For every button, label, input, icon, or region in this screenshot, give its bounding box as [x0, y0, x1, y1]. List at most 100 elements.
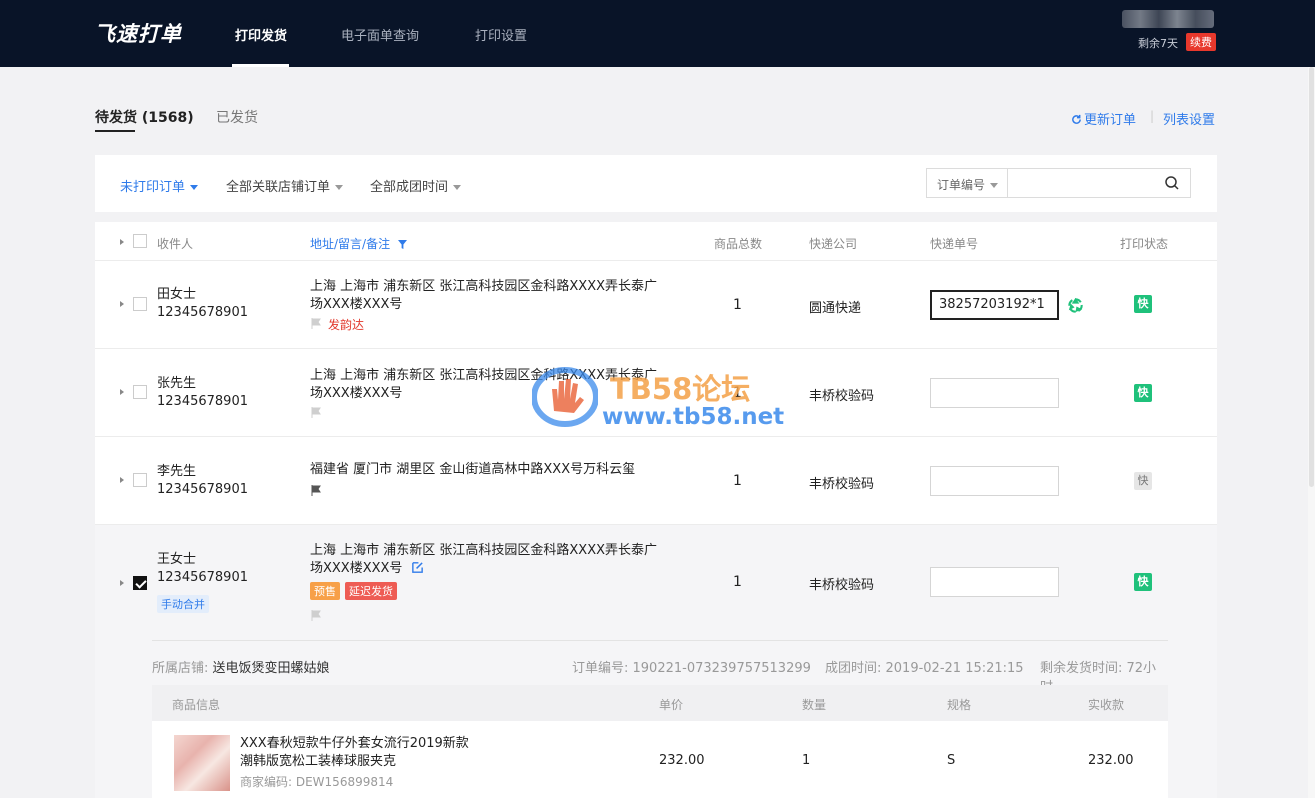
- header-qty: 商品总数: [714, 237, 763, 251]
- nav-print-settings[interactable]: 打印设置: [475, 25, 527, 44]
- chevron-down-icon: [335, 185, 344, 190]
- delayed-ship-tag: 延迟发货: [345, 582, 397, 600]
- header-waybill: 快递单号: [930, 237, 979, 251]
- shop-filter-label: 全部关联店铺订单: [226, 180, 331, 195]
- chevron-down-icon: [990, 183, 999, 188]
- print-status-badge[interactable]: 快: [1134, 472, 1152, 490]
- address-text: 上海 上海市 浦东新区 张江高科技园区金科路XXXX弄长泰广场XXX楼XXX号: [310, 543, 658, 576]
- print-status-badge[interactable]: 快: [1134, 295, 1152, 313]
- nav-waybill-query[interactable]: 电子面单查询: [341, 25, 419, 44]
- chevron-down-icon: [190, 185, 199, 190]
- courier-name[interactable]: 丰桥校验码: [809, 385, 874, 404]
- nav-active-indicator: [232, 64, 289, 67]
- header-paid: 实收款: [1088, 698, 1125, 712]
- recipient-phone: 12345678901: [157, 394, 248, 409]
- waybill-input[interactable]: [930, 567, 1059, 597]
- item-count: 1: [733, 574, 742, 590]
- time-filter-label: 全部成团时间: [370, 180, 449, 195]
- recipient-name: 王女士: [157, 552, 197, 567]
- merged-badge: 手动合并: [157, 595, 209, 613]
- time-filter[interactable]: 全部成团时间: [370, 176, 462, 195]
- courier-name[interactable]: 圆通快递: [809, 297, 861, 316]
- watermark-title: TB58论坛: [610, 372, 751, 406]
- row-checkbox[interactable]: [133, 576, 147, 590]
- waybill-input[interactable]: 38257203192*1: [930, 290, 1059, 320]
- filter-icon[interactable]: [397, 240, 407, 249]
- orders-table: 收件人 地址/留言/备注 商品总数 快递公司 快递单号 打印状态 田女士 123…: [95, 222, 1217, 798]
- flag-icon[interactable]: [311, 407, 321, 418]
- courier-name[interactable]: 丰桥校验码: [809, 574, 874, 593]
- recipient-address: 上海 上海市 浦东新区 张江高科技园区金科路XXXX弄长泰广场XXX楼XXX号: [310, 279, 658, 312]
- courier-name[interactable]: 丰桥校验码: [809, 473, 874, 492]
- flag-icon[interactable]: [311, 610, 321, 621]
- order-created-time: 成团时间: 2019-02-21 15:21:15: [825, 661, 1024, 676]
- header-address-label: 地址/留言/备注: [310, 237, 391, 251]
- edit-icon[interactable]: [411, 561, 424, 574]
- item-count: 1: [733, 297, 742, 313]
- seller-note: 发韵达: [328, 318, 365, 332]
- flag-icon[interactable]: [311, 485, 321, 496]
- tab-shipped[interactable]: 已发货: [216, 107, 258, 127]
- shop-info: 所属店铺: 送电饭煲变田螺姑娘: [152, 657, 330, 676]
- row-checkbox[interactable]: [133, 385, 147, 399]
- header-spec: 规格: [947, 698, 972, 712]
- tab-pending[interactable]: 待发货 (1568): [95, 107, 194, 127]
- tab-active-indicator: [95, 130, 135, 132]
- remaining-days: 剩余7天: [1138, 37, 1178, 50]
- print-status-filter-label: 未打印订单: [120, 180, 186, 195]
- product-sku-code: 商家编码: DEW156899814: [240, 775, 394, 789]
- unit-price: 232.00: [659, 753, 705, 768]
- waybill-input[interactable]: [930, 466, 1059, 496]
- shop-name: 送电饭煲变田螺姑娘: [212, 661, 330, 676]
- select-all-checkbox[interactable]: [133, 234, 147, 248]
- nav-print-ship[interactable]: 打印发货: [235, 25, 287, 44]
- refresh-orders-link[interactable]: 更新订单: [1071, 109, 1136, 128]
- flag-icon[interactable]: [311, 318, 321, 329]
- shop-label: 所属店铺:: [152, 661, 209, 676]
- item-spec: S: [947, 753, 956, 768]
- recipient-phone: 12345678901: [157, 570, 248, 585]
- recycle-icon[interactable]: [1066, 296, 1085, 315]
- table-row[interactable]: 田女士 12345678901 上海 上海市 浦东新区 张江高科技园区金科路XX…: [95, 260, 1217, 348]
- page-scrollbar-thumb[interactable]: [1309, 67, 1314, 487]
- search-input[interactable]: [1009, 169, 1159, 197]
- expand-row-icon[interactable]: [120, 580, 124, 586]
- waybill-input[interactable]: [930, 378, 1059, 408]
- print-status-badge[interactable]: 快: [1134, 384, 1152, 402]
- header-address[interactable]: 地址/留言/备注: [310, 235, 407, 252]
- header-item-info: 商品信息: [172, 698, 221, 712]
- row-checkbox[interactable]: [133, 473, 147, 487]
- print-status-badge[interactable]: 快: [1134, 573, 1152, 591]
- app-logo[interactable]: 飞速打单: [94, 18, 182, 48]
- expand-row-icon[interactable]: [120, 389, 124, 395]
- user-account-name[interactable]: [1122, 10, 1214, 28]
- filter-bar: 未打印订单 全部关联店铺订单 全部成团时间 订单编号: [95, 155, 1217, 212]
- list-settings-link[interactable]: 列表设置: [1163, 109, 1215, 128]
- table-row[interactable]: 李先生 12345678901 福建省 厦门市 湖里区 金山街道高林中路XXX号…: [95, 436, 1217, 524]
- expand-all-icon[interactable]: [120, 239, 124, 245]
- search-box: 订单编号: [926, 168, 1191, 198]
- header-unit-price: 单价: [659, 698, 684, 712]
- watermark-logo-icon: [532, 367, 598, 427]
- search-field-select[interactable]: 订单编号: [927, 169, 1008, 197]
- recipient-name: 李先生: [157, 464, 197, 479]
- product-thumbnail[interactable]: [174, 735, 230, 791]
- header-recipient: 收件人: [157, 237, 194, 251]
- recipient-address: 福建省 厦门市 湖里区 金山街道高林中路XXX号万科云玺: [310, 462, 636, 477]
- presale-tag: 预售: [310, 582, 340, 600]
- expand-row-icon[interactable]: [120, 477, 124, 483]
- recipient-name: 张先生: [157, 376, 197, 391]
- search-icon[interactable]: [1164, 175, 1180, 191]
- recipient-name: 田女士: [157, 287, 197, 302]
- renew-button[interactable]: 续费: [1186, 33, 1216, 51]
- header-courier: 快递公司: [809, 237, 858, 251]
- product-title[interactable]: XXX春秋短款牛仔外套女流行2019新款潮韩版宽松工装棒球服夹克: [240, 735, 470, 771]
- row-checkbox[interactable]: [133, 297, 147, 311]
- print-status-filter[interactable]: 未打印订单: [120, 176, 199, 195]
- expand-row-icon[interactable]: [120, 301, 124, 307]
- recipient-phone: 12345678901: [157, 482, 248, 497]
- order-number: 订单编号: 190221-073239757513299: [572, 661, 811, 676]
- shop-filter[interactable]: 全部关联店铺订单: [226, 176, 344, 195]
- chevron-down-icon: [453, 185, 462, 190]
- recipient-phone: 12345678901: [157, 305, 248, 320]
